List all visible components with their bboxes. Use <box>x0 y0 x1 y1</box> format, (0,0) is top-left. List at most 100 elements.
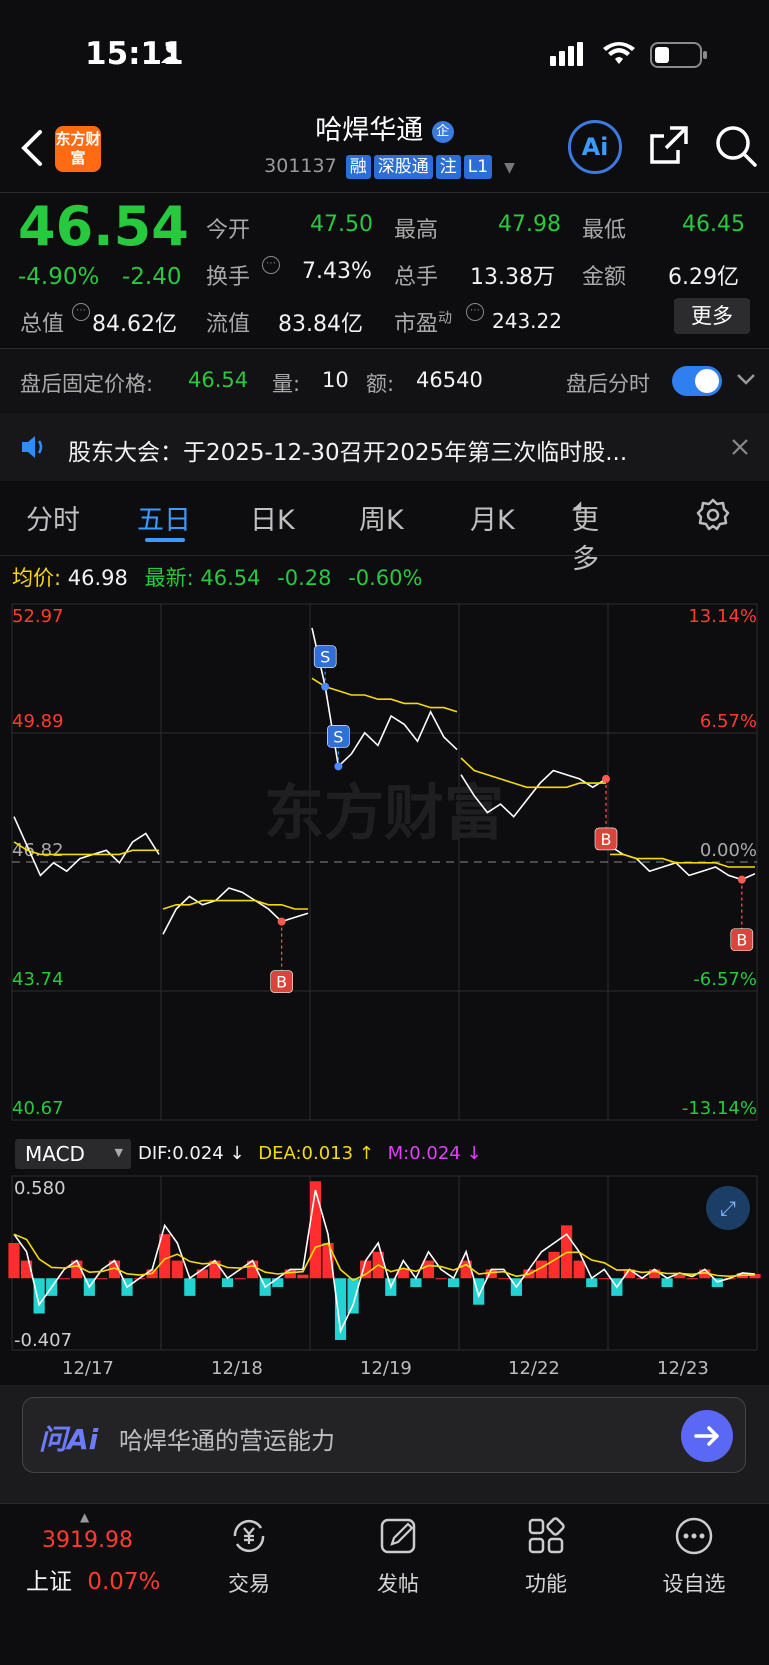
settings-icon[interactable] <box>696 498 730 536</box>
expand-icon[interactable]: ⤢ <box>706 1186 750 1230</box>
macd-tick-top: 0.580 <box>14 1178 66 1199</box>
price-info-line: 均价: 46.98 最新: 46.54 -0.28 -0.60% <box>12 562 422 592</box>
after-hours-qty-label: 量: <box>272 372 301 396</box>
grid-icon <box>528 1517 565 1554</box>
dif-value: DIF:0.024 <box>138 1143 224 1164</box>
tab-monthly-k[interactable]: 月K <box>470 498 515 537</box>
watermark: 东方财富 <box>264 779 504 849</box>
pe-label-text: 市盈 <box>394 312 439 337</box>
macd-bar <box>234 1278 246 1280</box>
person-icon <box>160 42 182 68</box>
ai-ask-input[interactable]: 哈焊华通的营运能力 <box>119 1421 335 1456</box>
amount-label: 金额 <box>582 265 627 290</box>
latest-value: 46.54 <box>200 566 261 590</box>
y-tick-right: -6.57% <box>693 969 757 990</box>
macd-selector[interactable]: MACD ▼ <box>15 1139 131 1169</box>
macd-bar <box>498 1278 510 1280</box>
ai-submit-button[interactable] <box>681 1410 733 1462</box>
enterprise-badge: 企 <box>431 120 454 143</box>
after-hours-price-label: 盘后固定价格: <box>20 372 154 396</box>
ai-ask-bar[interactable]: 问Ai 哈焊华通的营运能力 <box>22 1397 746 1473</box>
price-chart[interactable]: 东方财富 52.97 49.89 46.82 43.74 40.67 13.14% 6.57%… <box>0 596 769 1136</box>
after-hours-intraday-label: 盘后分时 <box>566 372 650 396</box>
turnover-info-icon[interactable]: ⋯ <box>262 256 280 274</box>
date-label: 12/23 <box>657 1358 709 1379</box>
nav-functions[interactable]: 功能 <box>486 1516 606 1598</box>
more-button[interactable]: 更多 <box>674 298 750 334</box>
after-hours-qty: 10 <box>322 368 349 392</box>
trade-marker-dot <box>277 917 286 926</box>
latest-label: 最新: <box>144 566 194 590</box>
tab-weekly-k[interactable]: 周K <box>359 498 404 537</box>
macd-bar <box>33 1278 45 1314</box>
trade-marker-label: B <box>736 931 747 950</box>
stock-name: 哈焊华通 <box>315 115 424 146</box>
search-icon[interactable] <box>714 124 758 172</box>
macd-chart[interactable]: 0.580 -0.407 <box>0 1170 769 1356</box>
notice-text[interactable]: 股东大会：于2025-12-30召开2025年第三次临时股... <box>68 433 688 467</box>
trade-marker-label: B <box>276 973 287 992</box>
open-label: 今开 <box>206 218 251 243</box>
pe-sup: 动 <box>438 310 453 327</box>
macd-bar <box>661 1278 673 1288</box>
nav-post[interactable]: 发帖 <box>338 1516 458 1598</box>
macd-bar <box>686 1278 698 1280</box>
macd-bar <box>8 1242 20 1279</box>
dif-line <box>13 1189 756 1334</box>
nav-trade[interactable]: 交易 <box>189 1516 309 1598</box>
tab-intraday[interactable]: 分时 <box>26 498 80 537</box>
y-tick-left: 52.97 <box>12 606 64 627</box>
caret-down-icon[interactable]: ▼ <box>504 160 515 176</box>
tab-daily-k[interactable]: 日K <box>250 498 295 537</box>
tab-five-day[interactable]: 五日 <box>137 498 191 537</box>
avg-value: 46.98 <box>67 566 128 590</box>
m-value: M:0.024 <box>387 1143 461 1164</box>
nav-post-label: 发帖 <box>377 1572 419 1596</box>
y-tick-left: 46.82 <box>12 840 64 861</box>
info-icon[interactable]: ⋯ <box>72 303 90 321</box>
volume-label: 总手 <box>394 265 439 290</box>
macd-bar <box>711 1278 723 1288</box>
pe-info-icon[interactable]: ⋯ <box>466 303 484 321</box>
float-value: 83.84亿 <box>278 312 363 337</box>
macd-bar <box>586 1278 598 1288</box>
tag-level: L1 <box>463 155 493 179</box>
macd-bar <box>58 1278 70 1280</box>
share-icon[interactable] <box>648 124 690 170</box>
trade-marker-dot <box>321 682 330 691</box>
macd-bar <box>573 1260 585 1279</box>
signal-icon <box>550 42 586 70</box>
total-value-label: 总值 <box>20 312 65 337</box>
total-value: 84.62亿 <box>92 312 177 337</box>
close-icon[interactable] <box>730 437 750 461</box>
avg-price-line <box>311 677 458 713</box>
chevron-down-icon[interactable] <box>736 372 756 391</box>
after-hours-amount: 46540 <box>416 368 483 392</box>
macd-bar <box>422 1260 435 1279</box>
macd-tick-bottom: -0.407 <box>14 1330 72 1351</box>
high-label: 最高 <box>394 218 439 243</box>
macd-bar <box>272 1278 284 1288</box>
period-tabs: 分时 五日 日K 周K 月K 更多 ◢ <box>26 498 599 575</box>
nav-add-watchlist[interactable]: 设自选 <box>634 1516 754 1598</box>
trade-marker-dot <box>737 875 746 884</box>
ai-button[interactable]: Ai <box>568 120 622 174</box>
high-value: 47.98 <box>498 212 561 237</box>
nav-add-watchlist-label: 设自选 <box>662 1572 726 1596</box>
change-percent: -4.90% <box>18 264 100 290</box>
after-hours-toggle[interactable] <box>672 366 722 396</box>
stock-code: 301137 <box>264 155 337 177</box>
y-tick-right: 6.57% <box>700 711 757 732</box>
edit-icon <box>380 1518 416 1554</box>
open-value: 47.50 <box>310 212 373 237</box>
macd-caret-icon: ▼ <box>114 1146 123 1159</box>
avg-label: 均价: <box>12 566 62 590</box>
trade-marker-dot <box>602 774 610 783</box>
tag-margin: 融 <box>345 155 371 179</box>
y-tick-left: 43.74 <box>12 969 64 990</box>
latest-change-pct: -0.60% <box>348 566 423 590</box>
macd-bar <box>196 1269 208 1279</box>
date-axis: 12/17 12/18 12/19 12/22 12/23 <box>0 1358 769 1382</box>
y-tick-right: 0.00% <box>700 840 757 861</box>
dea-line <box>13 1233 756 1282</box>
